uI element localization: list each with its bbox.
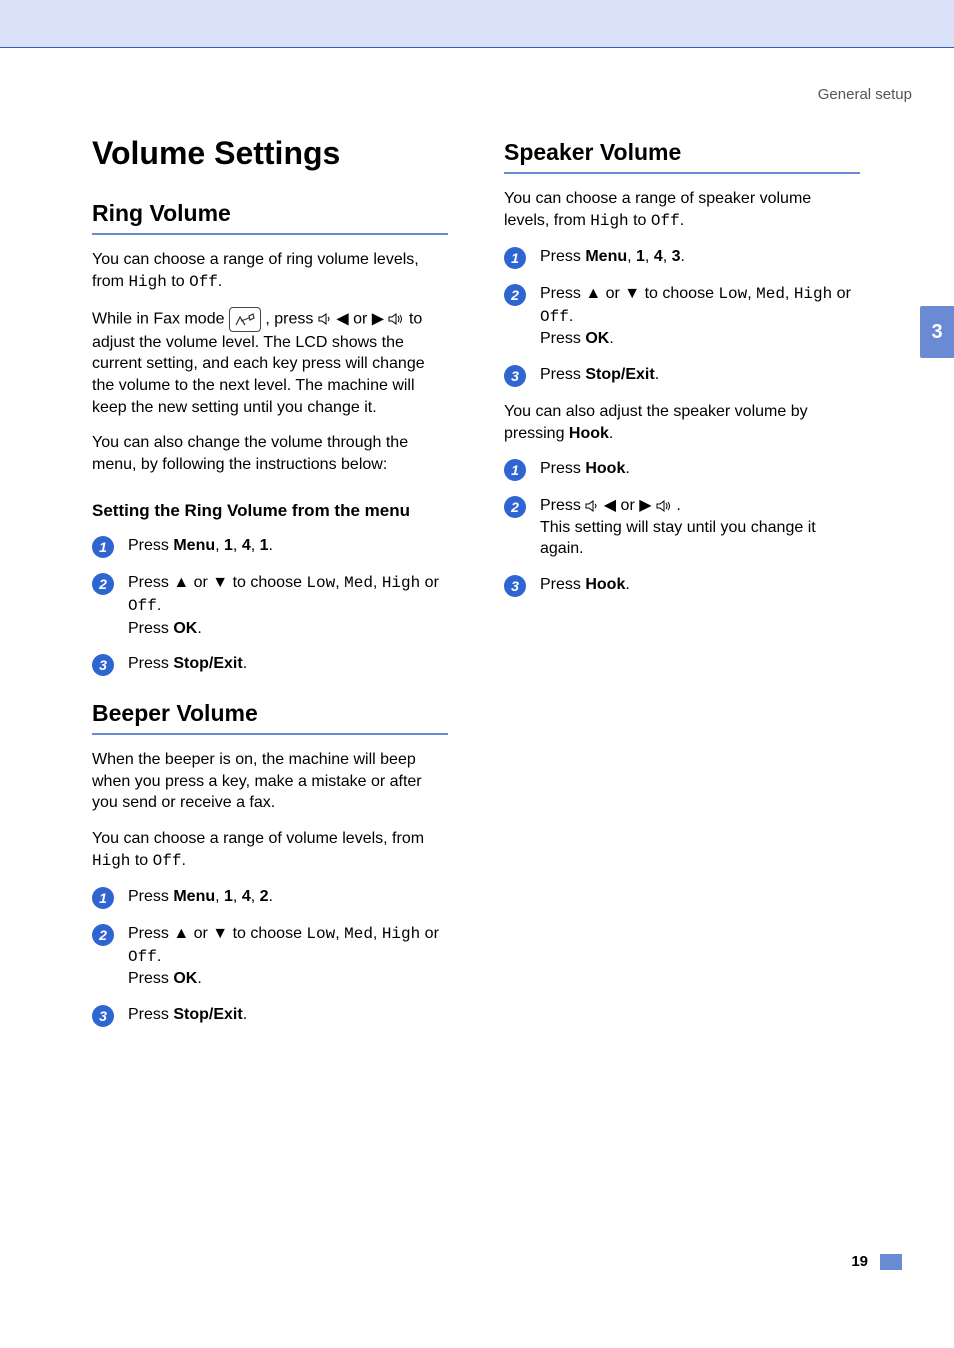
speaker-intro-1: You can choose a range of speaker volume… (504, 188, 860, 232)
hook-step-3: 3 Press Hook. (504, 574, 860, 597)
beeper-step-3: 3 Press Stop/Exit. (92, 1004, 448, 1027)
step-number-1-icon: 1 (504, 247, 526, 269)
beeper-volume-heading: Beeper Volume (92, 700, 448, 735)
step-number-3-icon: 3 (92, 1005, 114, 1027)
page-number: 19 (851, 1253, 868, 1270)
page-number-accent (880, 1254, 902, 1270)
right-arrow-icon: ▶ (372, 311, 389, 328)
speaker-volume-heading: Speaker Volume (504, 139, 860, 174)
step-number-1-icon: 1 (92, 536, 114, 558)
left-arrow-icon: ◀ (336, 311, 353, 328)
ring-steps: 1 Press Menu, 1, 4, 1. 2 Press ▲ or ▼ to… (92, 535, 448, 676)
ring-volume-heading: Ring Volume (92, 200, 448, 235)
step-number-2-icon: 2 (92, 573, 114, 595)
step-number-3-icon: 3 (504, 575, 526, 597)
speaker-step-2: 2 Press ▲ or ▼ to choose Low, Med, High … (504, 283, 860, 350)
chapter-label: General setup (92, 86, 912, 103)
hook-step-1: 1 Press Hook. (504, 458, 860, 481)
beeper-intro-1: When the beeper is on, the machine will … (92, 749, 448, 814)
speaker-hook-intro: You can also adjust the speaker volume b… (504, 401, 860, 444)
ring-intro-1: You can choose a range of ring volume le… (92, 249, 448, 293)
ring-step-3: 3 Press Stop/Exit. (92, 653, 448, 676)
beeper-intro-2: You can choose a range of volume levels,… (92, 828, 448, 872)
ring-step-1: 1 Press Menu, 1, 4, 1. (92, 535, 448, 558)
step-number-1-icon: 1 (504, 459, 526, 481)
beeper-step-1: 1 Press Menu, 1, 4, 2. (92, 886, 448, 909)
right-column: Speaker Volume You can choose a range of… (504, 135, 860, 1041)
ring-intro-3: You can also change the volume through t… (92, 432, 448, 475)
speaker-step-1: 1 Press Menu, 1, 4, 3. (504, 246, 860, 269)
ring-subheading: Setting the Ring Volume from the menu (92, 501, 448, 521)
speaker-high-icon (656, 497, 676, 514)
speaker-low-icon (318, 311, 336, 328)
step-number-2-icon: 2 (504, 496, 526, 518)
speaker-high-icon (388, 311, 408, 328)
step-number-2-icon: 2 (504, 284, 526, 306)
ring-intro-2: While in Fax mode , press ◀ or ▶ to adju… (92, 307, 448, 418)
page-title: Volume Settings (92, 135, 448, 172)
beeper-step-2: 2 Press ▲ or ▼ to choose Low, Med, High … (92, 923, 448, 990)
step-number-2-icon: 2 (92, 924, 114, 946)
speaker-low-icon (585, 497, 603, 514)
hook-step-2: 2 Press ◀ or ▶ . This setting will stay … (504, 495, 860, 560)
speaker-steps: 1 Press Menu, 1, 4, 3. 2 Press ▲ or ▼ to… (504, 246, 860, 387)
step-number-1-icon: 1 (92, 887, 114, 909)
page-header-band (0, 0, 954, 48)
fax-mode-icon (229, 307, 261, 332)
ring-step-2: 2 Press ▲ or ▼ to choose Low, Med, High … (92, 572, 448, 639)
speaker-hook-steps: 1 Press Hook. 2 Press ◀ or ▶ (504, 458, 860, 597)
step-number-3-icon: 3 (92, 654, 114, 676)
left-column: Volume Settings Ring Volume You can choo… (92, 135, 448, 1041)
speaker-step-3: 3 Press Stop/Exit. (504, 364, 860, 387)
beeper-steps: 1 Press Menu, 1, 4, 2. 2 Press ▲ or ▼ to… (92, 886, 448, 1027)
step-number-3-icon: 3 (504, 365, 526, 387)
